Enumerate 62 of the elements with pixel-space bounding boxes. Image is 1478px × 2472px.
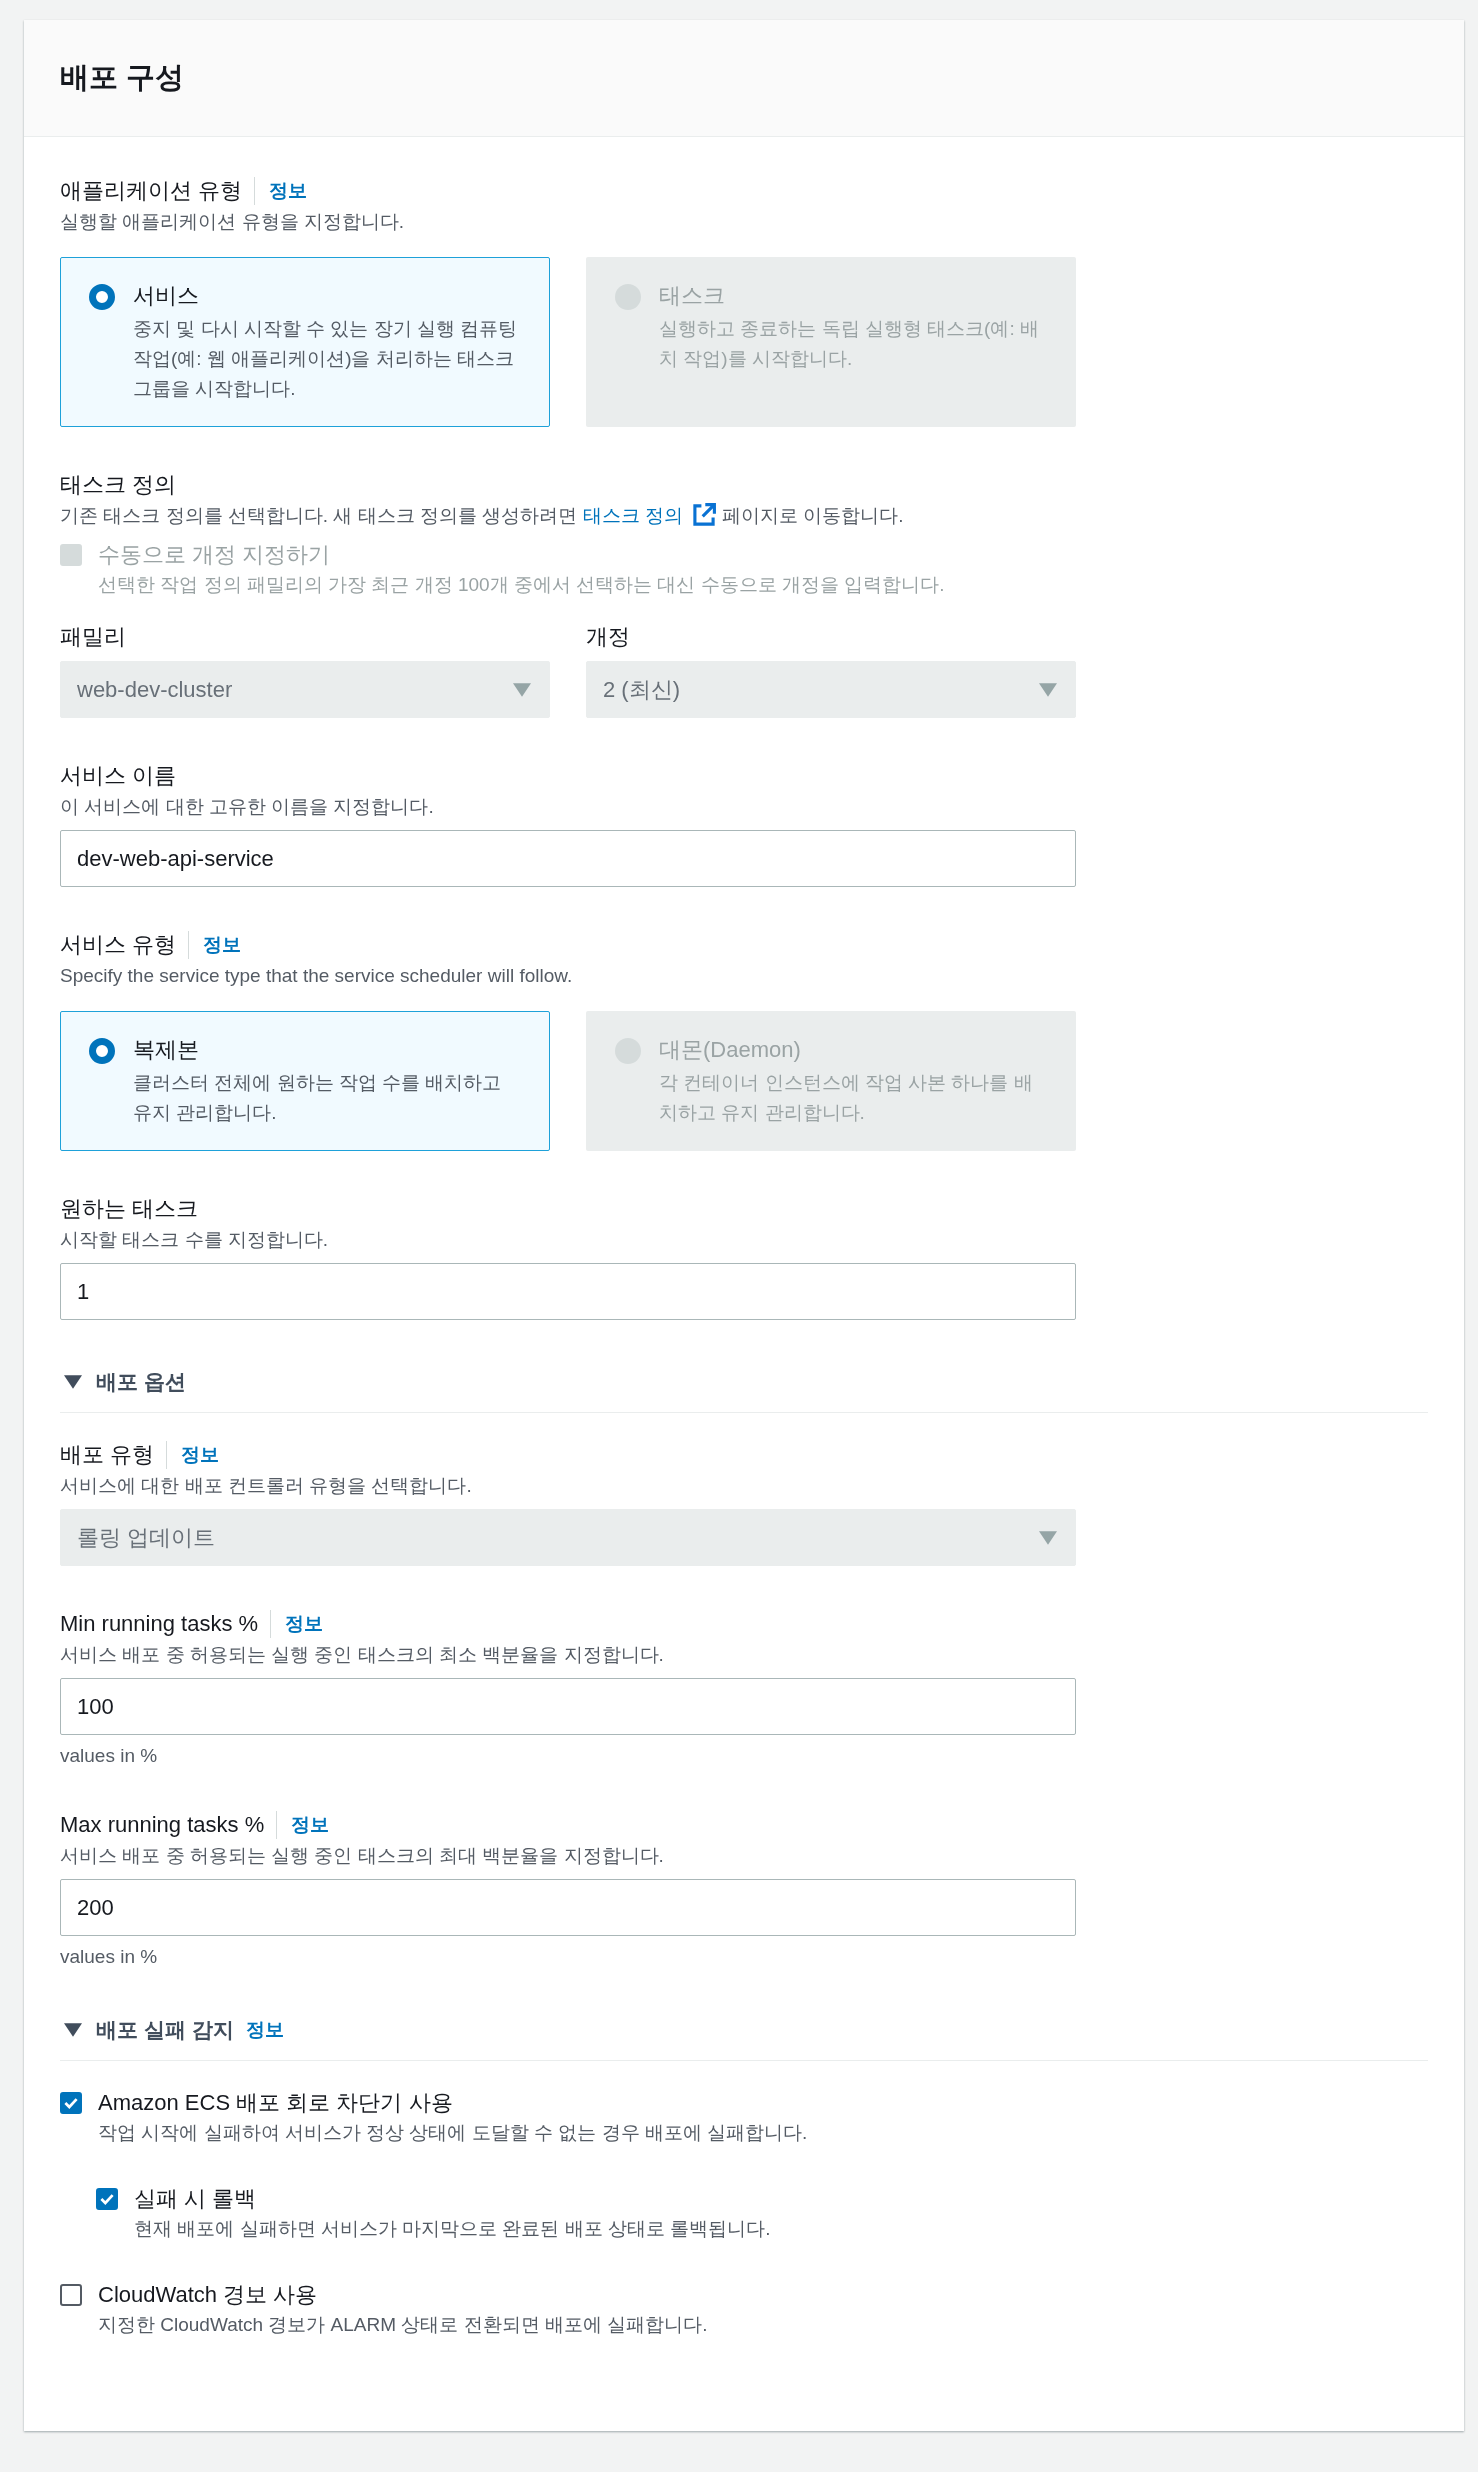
radio-button[interactable]	[89, 284, 115, 310]
checkbox-label: 수동으로 개정 지정하기	[98, 541, 332, 569]
field-description: 시작할 태스크 수를 지정합니다.	[60, 1228, 330, 1252]
option-description: 각 컨테이너 인스턴스에 작업 사본 하나를 배치하고 유지 관리합니다.	[659, 1071, 1034, 1125]
checkbox-label: Amazon ECS 배포 회로 차단기 사용	[98, 2089, 454, 2117]
field-description: 서비스에 대한 배포 컨트롤러 유형을 선택합니다.	[60, 1474, 473, 1498]
panel-title: 배포 구성	[60, 60, 186, 95]
field-label: 애플리케이션 유형	[60, 177, 243, 205]
field-label: 개정	[586, 623, 631, 651]
info-link[interactable]: 정보	[276, 1811, 330, 1839]
field-description: 실행할 애플리케이션 유형을 지정합니다.	[60, 210, 406, 234]
caret-icon	[64, 1375, 82, 1389]
info-link[interactable]: 정보	[254, 177, 308, 205]
field-hint: values in %	[60, 1745, 159, 1767]
field-label: 태스크 정의	[60, 471, 177, 499]
info-link[interactable]: 정보	[188, 931, 242, 959]
caret-icon	[64, 2023, 82, 2037]
external-link[interactable]: 태스크 정의	[582, 505, 717, 526]
radio-tile[interactable]: 서비스 중지 및 다시 시작할 수 있는 장기 실행 컴퓨팅 작업(예: 웹 애플리케이션)을 처리하는 태스크 그룹을 시작합니다.	[60, 257, 550, 427]
radio-tile[interactable]: 복제본 클러스터 전체에 원하는 작업 수를 배치하고 유지 관리합니다.	[60, 1011, 550, 1151]
field-label: 서비스 이름	[60, 762, 177, 790]
external-link-icon	[690, 502, 717, 528]
input-field[interactable]: 200	[60, 1879, 1076, 1936]
field-hint: values in %	[60, 1946, 159, 1968]
option-description: 중지 및 다시 시작할 수 있는 장기 실행 컴퓨팅 작업(예: 웹 애플리케이션)을 처리하는 태스크 그룹을 시작합니다.	[133, 317, 519, 401]
field-description: 서비스 배포 중 허용되는 실행 중인 태스크의 최소 백분율을 지정합니다.	[60, 1643, 665, 1667]
checkbox-label: 실패 시 롤백	[134, 2185, 258, 2213]
field-label: Min running tasks %	[60, 1610, 259, 1638]
option-description: 클러스터 전체에 원하는 작업 수를 배치하고 유지 관리합니다.	[133, 1071, 503, 1125]
input-field[interactable]: 100	[60, 1678, 1076, 1735]
checkbox-description: 작업 시작에 실패하여 서비스가 정상 상태에 도달할 수 없는 경우 배포에 실패합니다.	[98, 2121, 808, 2145]
field-description: 기존 태스크 정의를 선택합니다. 새 태스크 정의를 생성하려면 태스크 정의 페이지로 이동합니다.	[60, 501, 1076, 531]
option-title: 복제본	[133, 1036, 200, 1064]
field-label: 배포 유형	[60, 1441, 155, 1469]
field-label: 패밀리	[60, 623, 127, 651]
checkbox[interactable]	[60, 2284, 82, 2306]
caret-icon	[1039, 682, 1057, 697]
field-label: Max running tasks %	[60, 1811, 265, 1839]
checkbox[interactable]	[96, 2188, 118, 2210]
option-title: 태스크	[659, 282, 726, 310]
caret-icon	[513, 682, 531, 697]
field-description: 서비스 배포 중 허용되는 실행 중인 태스크의 최대 백분율을 지정합니다.	[60, 1844, 665, 1868]
radio-button[interactable]	[89, 1038, 115, 1064]
field-label: 서비스 유형	[60, 931, 177, 959]
option-description: 실행하고 종료하는 독립 실행형 태스크(예: 배치 작업)를 시작합니다.	[659, 317, 1040, 371]
field-description: 이 서비스에 대한 고유한 이름을 지정합니다.	[60, 795, 435, 819]
checkbox[interactable]	[60, 2092, 82, 2114]
field-label: 원하는 태스크	[60, 1195, 199, 1223]
caret-icon	[1039, 1530, 1057, 1545]
section-toggle[interactable]: 배포 실패 감지	[64, 2016, 234, 2044]
input-field[interactable]: dev-web-api-service	[60, 830, 1076, 887]
info-link[interactable]: 정보	[237, 2016, 284, 2044]
checkbox-description: 현재 배포에 실패하면 서비스가 마지막으로 완료된 배포 상태로 롤백됩니다.	[134, 2217, 771, 2241]
field-description: Specify the service type that the service scheduler will follow.	[60, 964, 574, 988]
checkbox-description: 지정한 CloudWatch 경보가 ALARM 상태로 전환되면 배포에 실패합니다.	[98, 2313, 708, 2337]
option-title: 대몬(Daemon)	[659, 1036, 802, 1064]
section-toggle[interactable]: 배포 옵션	[60, 1362, 1428, 1413]
checkbox-label: CloudWatch 경보 사용	[98, 2281, 319, 2309]
option-title: 서비스	[133, 282, 200, 310]
checkbox-description: 선택한 작업 정의 패밀리의 가장 최근 개정 100개 중에서 선택하는 대신 수동으로 개정을 입력합니다.	[98, 573, 945, 597]
input-field[interactable]: 1	[60, 1263, 1076, 1320]
info-link[interactable]: 정보	[270, 1610, 324, 1638]
